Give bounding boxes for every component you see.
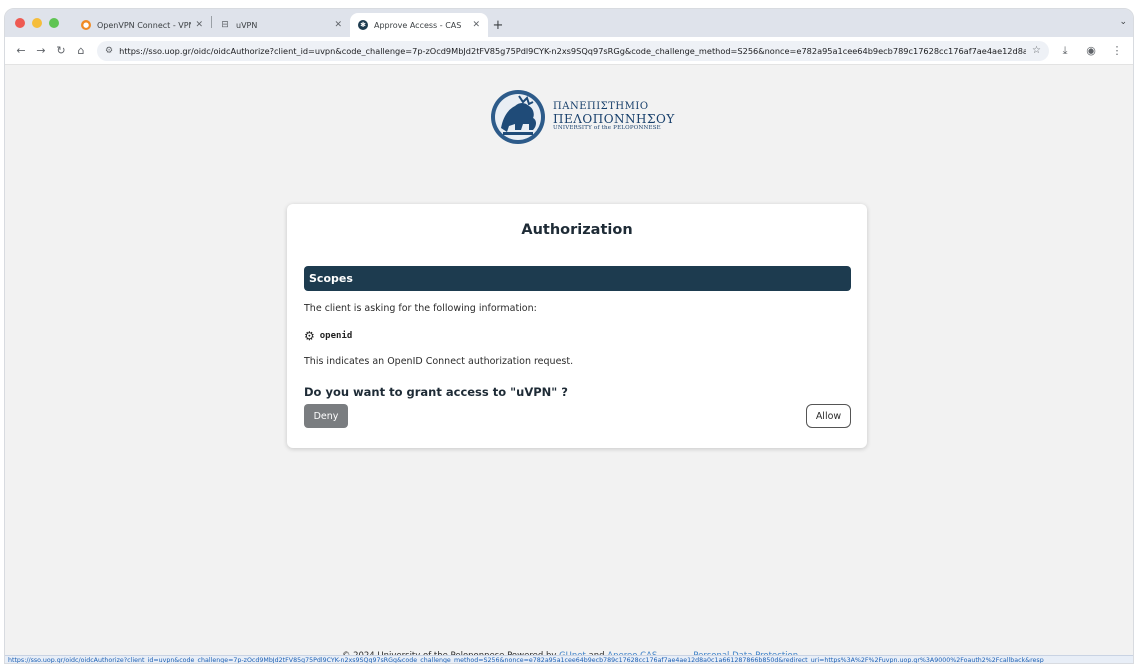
close-window-button[interactable] [15, 18, 25, 28]
site-settings-icon[interactable]: ⚙ [105, 46, 113, 56]
minimize-window-button[interactable] [32, 18, 42, 28]
browser-window: ● OpenVPN Connect - VPN For ✕ ⊟ uVPN ✕ ✱… [4, 8, 1134, 664]
card-title: Authorization [521, 222, 633, 238]
grant-question: Do you want to grant access to "uVPN" ? [304, 385, 568, 399]
lion-emblem-icon [491, 90, 545, 144]
gear-icon: ⚙ [304, 329, 315, 343]
tab-uvpn[interactable]: ⊟ uVPN ✕ [212, 13, 350, 37]
allow-button[interactable]: Allow [806, 404, 851, 428]
logo-line-3: UNIVERSITY of the PELOPONNESE [553, 125, 661, 132]
url-text: https://sso.uop.gr/oidc/oidcAuthorize?cl… [119, 45, 1027, 56]
scope-description: This indicates an OpenID Connect authori… [304, 356, 574, 367]
page-content: ΠΑΝΕΠΙΣΤΗΜΙΟ ΠΕΛΟΠΟΝΝΗΣΟΥ UNIVERSITY of … [5, 66, 1133, 661]
maximize-window-button[interactable] [49, 18, 59, 28]
bookmark-star-icon[interactable]: ☆ [1032, 45, 1041, 56]
reload-icon[interactable]: ↻ [51, 41, 71, 61]
openvpn-icon: ● [81, 20, 91, 30]
back-icon[interactable]: ← [11, 41, 31, 61]
tab-strip: ● OpenVPN Connect - VPN For ✕ ⊟ uVPN ✕ ✱… [5, 9, 1133, 37]
cas-icon: ✱ [358, 20, 368, 30]
logo-text: ΠΑΝΕΠΙΣΤΗΜΙΟ ΠΕΛΟΠΟΝΝΗΣΟΥ UNIVERSITY of … [553, 102, 675, 132]
tab-title: Approve Access - CAS [374, 20, 462, 30]
scopes-intro: The client is asking for the following i… [304, 303, 537, 314]
forward-icon[interactable]: → [31, 41, 51, 61]
close-icon[interactable]: ✕ [472, 20, 480, 30]
authorization-card: Authorization Scopes The client is askin… [287, 204, 867, 448]
status-bar-url: https://sso.uop.gr/oidc/oidcAuthorize?cl… [5, 655, 1133, 663]
scope-item-openid: ⚙ openid [304, 330, 352, 342]
address-bar[interactable]: ⚙ https://sso.uop.gr/oidc/oidcAuthorize?… [97, 40, 1049, 61]
tab-search-button[interactable]: ⌄ [1119, 17, 1127, 27]
tab-title: uVPN [236, 20, 258, 30]
close-icon[interactable]: ✕ [195, 20, 203, 30]
uvpn-icon: ⊟ [221, 20, 229, 30]
window-controls [15, 9, 59, 37]
toolbar-actions: ⤓ ◉ ⋮ [1055, 41, 1127, 61]
deny-button[interactable]: Deny [304, 404, 348, 428]
university-logo: ΠΑΝΕΠΙΣΤΗΜΙΟ ΠΕΛΟΠΟΝΝΗΣΟΥ UNIVERSITY of … [489, 88, 679, 146]
profile-icon[interactable]: ◉ [1081, 41, 1101, 61]
tab-title: OpenVPN Connect - VPN For [97, 20, 191, 30]
logo-line-2: ΠΕΛΟΠΟΝΝΗΣΟΥ [553, 111, 675, 126]
menu-icon[interactable]: ⋮ [1107, 41, 1127, 61]
new-tab-button[interactable]: + [488, 13, 508, 37]
scope-name: openid [319, 331, 353, 341]
scopes-header: Scopes [304, 266, 851, 291]
download-icon[interactable]: ⤓ [1055, 41, 1075, 61]
toolbar: ← → ↻ ⌂ ⚙ https://sso.uop.gr/oidc/oidcAu… [5, 37, 1133, 65]
logo-line-1: ΠΑΝΕΠΙΣΤΗΜΙΟ [553, 101, 649, 113]
tab-approve-access[interactable]: ✱ Approve Access - CAS ✕ [350, 13, 488, 37]
close-icon[interactable]: ✕ [334, 20, 342, 30]
tab-openvpn[interactable]: ● OpenVPN Connect - VPN For ✕ [73, 13, 211, 37]
home-icon[interactable]: ⌂ [71, 41, 91, 61]
